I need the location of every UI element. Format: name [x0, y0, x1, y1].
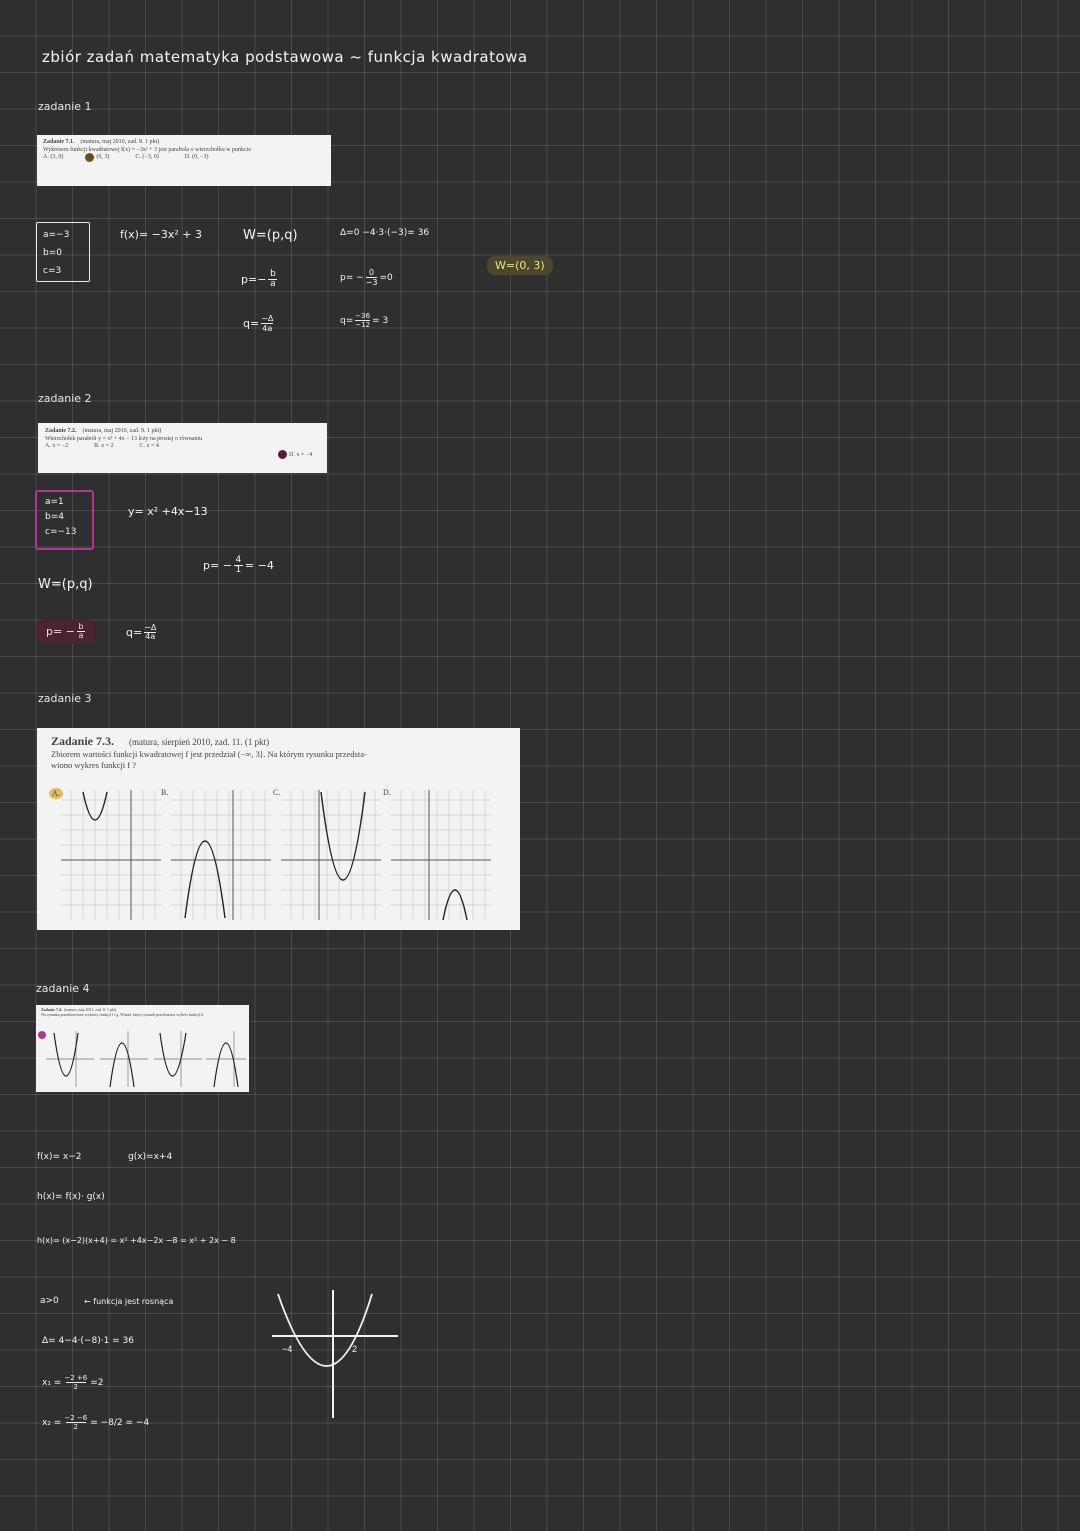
task-1-p-calc: p= − 0 −3 =0	[340, 268, 393, 287]
task-1-answer-highlight: W=(0, 3)	[487, 256, 553, 275]
task-4-delta: Δ= 4−4·(−8)·1 = 36	[42, 1336, 135, 1346]
task-2-label: zadanie 2	[38, 392, 92, 405]
task-1-option-d: D. (0, −3)	[184, 154, 209, 160]
task-3-text-2: wiono wykres funkcji f ?	[51, 759, 136, 770]
task-1-heading: Zadanie 7.1.	[43, 139, 75, 145]
task-4-card: Zadanie 7.4. (matura, maj 2011, zad. 8. …	[36, 1005, 249, 1092]
task-3-option-c-label: C.	[273, 788, 281, 797]
task-2-heading: Zadanie 7.2.	[45, 428, 77, 434]
task-3-source: (matura, sierpień 2010, zad. 11. (1 pkt)	[129, 737, 270, 747]
task-2-coefficients-box: a=1 b=4 c=−13	[35, 490, 94, 550]
task-4-label: zadanie 4	[36, 982, 90, 995]
coef-b: b=0	[43, 248, 62, 258]
task-3-graph-b	[171, 790, 271, 920]
task-3-graph-c	[281, 790, 381, 920]
coef-b: b=4	[45, 512, 64, 522]
coef-a: a=1	[45, 497, 64, 507]
task-4-f: f(x)= x−2	[37, 1152, 82, 1162]
task-2-function: y= x² +4x−13	[128, 505, 208, 518]
task-4-parabola-sketch: −4 2	[272, 1290, 398, 1418]
task-4-option-graphs	[46, 1031, 246, 1088]
task-2-text: Wierzchołek paraboli y = x² + 4x − 13 le…	[45, 435, 203, 442]
task-1-source: (matura, maj 2010, zad. 8. 1 pkt)	[80, 139, 160, 145]
sketch-label-left: −4	[282, 1344, 292, 1354]
task-1-function: f(x)= −3x² + 3	[120, 228, 203, 241]
task-3-option-b-label: B.	[161, 788, 169, 797]
coef-a: a=−3	[43, 230, 70, 240]
task-1-option-c: C. (−3, 0)	[135, 154, 159, 160]
task-2-vertex: W=(p,q)	[38, 577, 93, 592]
task-1-text: Wykresem funkcji kwadratowej f(x) = −3x²…	[43, 146, 252, 153]
task-1-card: Zadanie 7.1. (matura, maj 2010, zad. 8. …	[37, 135, 331, 186]
task-3-heading: Zadanie 7.3.	[51, 734, 115, 748]
task-2-option-c: C. x = 4	[139, 443, 159, 449]
task-1-delta: Δ=0 −4·3·(−3)= 36	[340, 228, 430, 238]
task-1-vertex: W=(p,q)	[243, 228, 298, 243]
task-4-h: h(x)= f(x)· g(x)	[37, 1192, 105, 1202]
task-4-a-positive: a>0	[40, 1296, 59, 1306]
task-1-option-a: A. (3, 0)	[43, 154, 64, 160]
task-3-graph-d	[391, 790, 491, 920]
task-1-label: zadanie 1	[38, 100, 92, 113]
task-2-p-calc: p= − 41 = −4	[203, 555, 274, 575]
task-1-q-formula: q= −Δ 4a	[243, 314, 274, 333]
page-title: zbiór zadań matematyka podstawowa ~ funk…	[42, 48, 528, 66]
task-3-label: zadanie 3	[38, 692, 92, 705]
task-2-option-a: A. x = −2	[45, 443, 69, 449]
task-4-x1: x₁ = −2 +6 2 =2	[42, 1374, 104, 1391]
task-4-selected-marker	[38, 1031, 46, 1039]
task-2-option-d: D. x = −4	[278, 450, 312, 459]
task-3-option-d-label: D.	[383, 788, 391, 797]
task-2-source: (matura, maj 2010, zad. 9. 1 pkt)	[82, 428, 162, 434]
coef-c: c=−13	[45, 527, 77, 537]
task-2-q-formula: q= −Δ 4a	[126, 623, 157, 641]
task-2-card: Zadanie 7.2. (matura, maj 2010, zad. 9. …	[38, 423, 327, 473]
task-4-text: Na rysunku przedstawiono wykresy funkcji…	[41, 1012, 205, 1017]
task-3-text-1: Zbiorem wartości funkcji kwadratowej f j…	[51, 749, 367, 759]
task-2-p-formula-highlight: p= − ba	[36, 619, 95, 644]
task-1-q-calc: q= −36 −12 = 3	[340, 312, 389, 329]
task-4-h-expanded: h(x)= (x−2)(x+4) = x² +4x−2x −8 = x² + 2…	[37, 1236, 236, 1245]
sketch-label-right: 2	[352, 1344, 357, 1354]
task-2-option-b: B. x = 2	[94, 443, 114, 449]
task-3-graph-a	[61, 790, 161, 920]
task-1-option-b: B. (0, 3)	[85, 153, 109, 162]
task-3-card: Zadanie 7.3. (matura, sierpień 2010, zad…	[37, 728, 520, 930]
task-1-p-formula: p=− ba	[241, 269, 278, 289]
coef-c: c=3	[43, 266, 62, 276]
task-1-coefficients-box: a=−3 b=0 c=3	[36, 222, 90, 282]
task-4-g: g(x)=x+4	[128, 1152, 173, 1162]
task-4-a-note: ← funkcja jest rosnąca	[84, 1297, 174, 1306]
task-4-x2: x₂ = −2 −6 2 = −8/2 = −4	[42, 1414, 150, 1431]
